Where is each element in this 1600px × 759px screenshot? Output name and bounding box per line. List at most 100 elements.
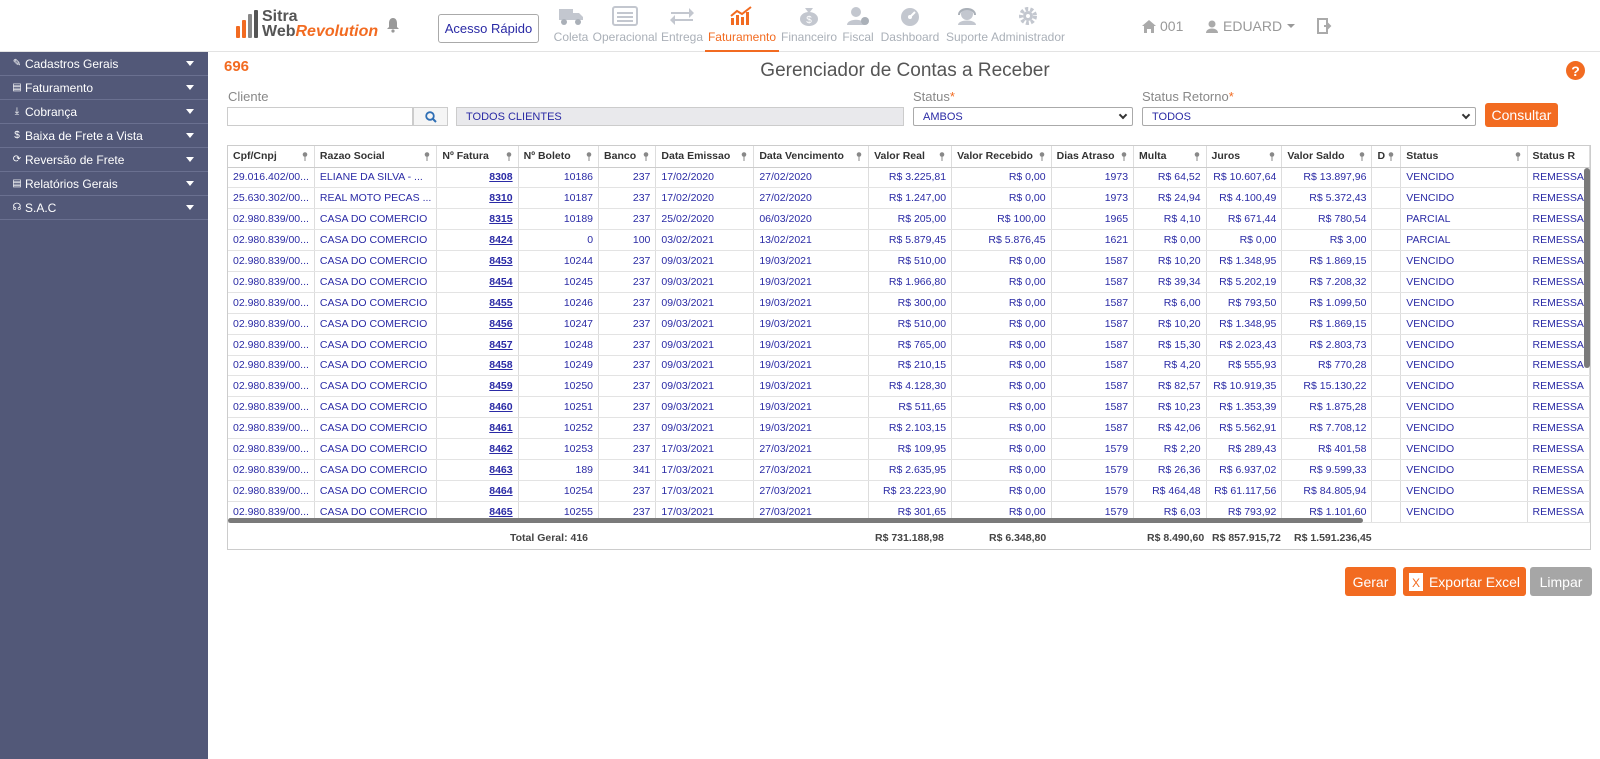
- menu-fiscal[interactable]: Fiscal: [839, 0, 877, 52]
- column-header[interactable]: Dias Atraso: [1051, 146, 1135, 168]
- sidebar-item-cobranca[interactable]: ⤓ Cobrança: [0, 100, 208, 124]
- quick-access-button[interactable]: Acesso Rápido: [438, 14, 539, 43]
- invoice-link[interactable]: 8308: [436, 167, 519, 189]
- column-header[interactable]: Status: [1400, 146, 1528, 168]
- logout-icon[interactable]: [1317, 18, 1333, 34]
- vertical-scrollbar[interactable]: [1584, 168, 1590, 368]
- column-header[interactable]: Valor Recebido: [951, 146, 1052, 168]
- column-header[interactable]: Cpf/Cnpj: [228, 146, 315, 168]
- menu-financeiro[interactable]: $ Financeiro: [779, 0, 839, 52]
- table-row[interactable]: 02.980.839/00... CASA DO COMERCIO 8424 0 100…: [228, 229, 1590, 252]
- invoice-link[interactable]: 8456: [436, 313, 519, 335]
- filter-pin-icon[interactable]: [424, 152, 430, 161]
- invoice-link[interactable]: 8455: [436, 292, 519, 314]
- invoice-link[interactable]: 8457: [436, 334, 519, 356]
- table-row[interactable]: 02.980.839/00... CASA DO COMERCIO 8460 1025…: [228, 396, 1590, 419]
- table-row[interactable]: 29.016.402/00... ELIANE DA SILVA - ... 830…: [228, 167, 1590, 189]
- menu-dashboard[interactable]: Dashboard: [877, 0, 943, 52]
- table-row[interactable]: 02.980.839/00... CASA DO COMERCIO 8456 1024…: [228, 313, 1590, 335]
- column-header[interactable]: Nº Fatura: [436, 146, 519, 168]
- menu-suporte[interactable]: Suporte: [943, 0, 991, 52]
- filter-pin-icon[interactable]: [856, 152, 862, 161]
- menu-operacional[interactable]: Operacional: [591, 0, 659, 52]
- filter-pin-icon[interactable]: [1121, 152, 1127, 161]
- column-header[interactable]: Multa: [1133, 146, 1207, 168]
- help-icon[interactable]: ?: [1566, 61, 1585, 80]
- logo[interactable]: Sitra WebRevolution: [236, 7, 378, 41]
- todos-clientes-field[interactable]: TODOS CLIENTES: [456, 107, 904, 126]
- column-header[interactable]: Data Vencimento: [753, 146, 870, 168]
- status-retorno-select[interactable]: TODOS: [1142, 107, 1476, 126]
- sidebar-item-relatorios-gerais[interactable]: ▤ Relatórios Gerais: [0, 172, 208, 196]
- table-row[interactable]: 02.980.839/00... CASA DO COMERCIO 8457 1024…: [228, 334, 1590, 356]
- column-header[interactable]: Razao Social: [314, 146, 438, 168]
- column-header[interactable]: Banco: [598, 146, 657, 168]
- table-row[interactable]: 02.980.839/00... CASA DO COMERCIO 8461 1025…: [228, 417, 1590, 440]
- menu-administrador[interactable]: Administrador: [991, 0, 1065, 52]
- search-button[interactable]: [413, 107, 448, 126]
- column-header[interactable]: Status R: [1527, 146, 1590, 168]
- invoice-link[interactable]: 8459: [436, 375, 519, 398]
- column-header[interactable]: Juros: [1206, 146, 1283, 168]
- sidebar-item-sac[interactable]: ☊ S.A.C: [0, 196, 208, 220]
- filter-pin-icon[interactable]: [1359, 152, 1365, 161]
- sidebar-item-cadastros-gerais[interactable]: ✎ Cadastros Gerais: [0, 52, 208, 76]
- table-cell: R$ 300,00: [868, 292, 953, 314]
- filter-pin-icon[interactable]: [1194, 152, 1200, 161]
- column-header[interactable]: Data Emissao: [655, 146, 755, 168]
- column-header[interactable]: Nº Boleto: [518, 146, 600, 168]
- sidebar-item-faturamento[interactable]: ▤ Faturamento: [0, 76, 208, 100]
- invoice-link[interactable]: 8464: [436, 480, 519, 502]
- consultar-button[interactable]: Consultar: [1485, 103, 1558, 127]
- table-row[interactable]: 02.980.839/00... CASA DO COMERCIO 8315 1018…: [228, 208, 1590, 231]
- invoice-link[interactable]: 8315: [436, 208, 519, 231]
- filter-pin-icon[interactable]: [1269, 152, 1275, 161]
- filter-pin-icon[interactable]: [506, 152, 512, 161]
- required-mark: *: [949, 89, 955, 104]
- invoice-link[interactable]: 8460: [436, 396, 519, 419]
- table-row[interactable]: 02.980.839/00... CASA DO COMERCIO 8455 1024…: [228, 292, 1590, 314]
- menu-entrega[interactable]: Entrega: [659, 0, 705, 52]
- table-cell: 19/03/2021: [753, 271, 870, 293]
- horizontal-scrollbar[interactable]: [228, 518, 1363, 523]
- home-branch[interactable]: 001: [1142, 18, 1183, 34]
- filter-pin-icon[interactable]: [302, 152, 308, 161]
- filter-pin-icon[interactable]: [1388, 152, 1394, 161]
- table-row[interactable]: 02.980.839/00... CASA DO COMERCIO 8462 1025…: [228, 438, 1590, 460]
- exportar-excel-button[interactable]: X Exportar Excel: [1403, 567, 1526, 596]
- filter-pin-icon[interactable]: [939, 152, 945, 161]
- column-header[interactable]: D: [1371, 146, 1402, 168]
- sidebar-item-baixa-frete[interactable]: $ Baixa de Frete a Vista: [0, 124, 208, 148]
- limpar-button[interactable]: Limpar: [1530, 567, 1592, 596]
- menu-faturamento[interactable]: Faturamento: [705, 0, 779, 52]
- table-row[interactable]: 02.980.839/00... CASA DO COMERCIO 8463 189 3…: [228, 459, 1590, 481]
- invoice-link[interactable]: 8424: [436, 229, 519, 252]
- invoice-link[interactable]: 8462: [436, 438, 519, 460]
- gerar-button[interactable]: Gerar: [1345, 567, 1396, 596]
- table-row[interactable]: 02.980.839/00... CASA DO COMERCIO 8454 1024…: [228, 271, 1590, 293]
- menu-coleta[interactable]: Coleta: [551, 0, 591, 52]
- column-header[interactable]: Valor Saldo: [1281, 146, 1373, 168]
- user-menu[interactable]: EDUARD: [1206, 18, 1296, 34]
- invoice-link[interactable]: 8454: [436, 271, 519, 293]
- invoice-link[interactable]: 8310: [436, 187, 519, 210]
- invoice-link[interactable]: 8453: [436, 250, 519, 272]
- status-select[interactable]: AMBOS: [913, 107, 1133, 126]
- invoice-link[interactable]: 8461: [436, 417, 519, 440]
- bell-icon[interactable]: [386, 17, 400, 33]
- column-header[interactable]: Valor Real: [868, 146, 953, 168]
- invoice-link[interactable]: 8458: [436, 355, 519, 377]
- table-row[interactable]: 02.980.839/00... CASA DO COMERCIO 8458 1024…: [228, 355, 1590, 377]
- filter-pin-icon[interactable]: [741, 152, 747, 161]
- cliente-input[interactable]: [227, 107, 413, 126]
- filter-pin-icon[interactable]: [586, 152, 592, 161]
- table-row[interactable]: 25.630.302/00... REAL MOTO PECAS ... 8310 1…: [228, 187, 1590, 210]
- sidebar-item-reversao-frete[interactable]: ⟳ Reversão de Frete: [0, 148, 208, 172]
- filter-pin-icon[interactable]: [1515, 152, 1521, 161]
- invoice-link[interactable]: 8463: [436, 459, 519, 481]
- table-row[interactable]: 02.980.839/00... CASA DO COMERCIO 8453 1024…: [228, 250, 1590, 272]
- table-row[interactable]: 02.980.839/00... CASA DO COMERCIO 8464 1025…: [228, 480, 1590, 502]
- filter-pin-icon[interactable]: [643, 152, 649, 161]
- table-row[interactable]: 02.980.839/00... CASA DO COMERCIO 8459 1025…: [228, 375, 1590, 398]
- filter-pin-icon[interactable]: [1039, 152, 1045, 161]
